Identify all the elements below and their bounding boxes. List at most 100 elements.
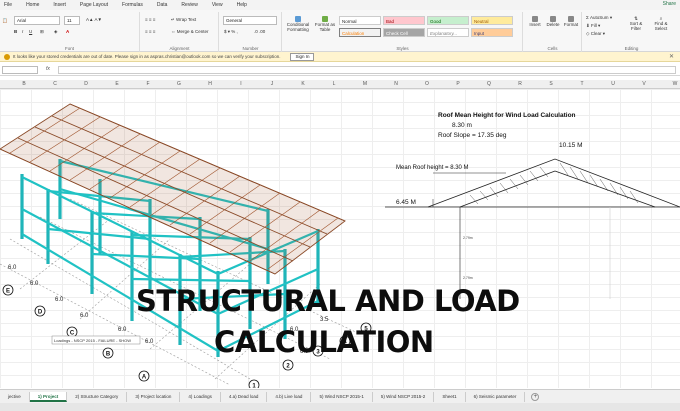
- styles-group: Conditional Formatting Format as Table N…: [283, 12, 523, 52]
- align-left-icon[interactable]: ≡ ≡ ≡: [145, 29, 155, 34]
- sign-in-button[interactable]: Sign In: [290, 52, 315, 61]
- number-format-select[interactable]: General: [223, 16, 277, 25]
- font-group: Arial 11 A▲ A▼ B I U ⊞ ◈ A 📋 Font: [0, 12, 140, 52]
- column-label[interactable]: E: [107, 81, 127, 87]
- tab-insert[interactable]: Insert: [53, 2, 66, 8]
- font-size-select[interactable]: 11: [64, 16, 80, 25]
- roof-slope: Roof Slope = 17.35 deg: [438, 132, 507, 139]
- borders-icon[interactable]: ⊞: [40, 29, 44, 35]
- column-label[interactable]: F: [138, 81, 158, 87]
- style-explanatory[interactable]: Explanatory...: [427, 28, 469, 37]
- italic-icon[interactable]: I: [22, 29, 23, 34]
- column-label[interactable]: Q: [479, 81, 499, 87]
- conditional-formatting-button[interactable]: Conditional Formatting: [285, 16, 311, 32]
- column-label[interactable]: V: [634, 81, 654, 87]
- delete-cells-button[interactable]: Delete: [545, 16, 561, 27]
- tab-home[interactable]: Home: [26, 2, 39, 8]
- find-select-button[interactable]: ⌕ Find & Select: [649, 16, 673, 31]
- format-as-table-button[interactable]: Format as Table: [313, 16, 337, 32]
- align-top-icon[interactable]: ≡ ≡ ≡: [145, 17, 155, 22]
- column-label[interactable]: T: [572, 81, 592, 87]
- style-calculation[interactable]: Calculation: [339, 28, 381, 37]
- wrap-text-button[interactable]: ↵ Wrap Text: [171, 17, 196, 23]
- autosum-button[interactable]: Σ AutoSum ▾: [586, 15, 612, 21]
- underline-icon[interactable]: U: [29, 29, 32, 34]
- tab-page-layout[interactable]: Page Layout: [80, 2, 108, 8]
- message-bar: It looks like your stored credentials ar…: [0, 52, 680, 62]
- insert-cells-label: Insert: [529, 22, 541, 27]
- sheet-tab[interactable]: 5) Wind NSCP 2015-1: [311, 391, 373, 402]
- truss-elevation: 2.79m 2.79m: [385, 158, 680, 299]
- formula-input[interactable]: [58, 66, 676, 74]
- column-label[interactable]: B: [14, 81, 34, 87]
- decimal-icon[interactable]: .0 .00: [254, 29, 265, 34]
- dimension-label: 6.0: [55, 297, 64, 303]
- column-label[interactable]: W: [665, 81, 680, 87]
- sheet-tab[interactable]: 5) Wind NSCP 2015-2: [373, 391, 435, 402]
- fill-color-icon[interactable]: ◈: [54, 29, 57, 35]
- column-label[interactable]: K: [293, 81, 313, 87]
- wrap-text-label: Wrap Text: [176, 17, 197, 22]
- column-header: B C D E F G H I J K L M N O P Q R S T U …: [0, 80, 680, 89]
- column-label[interactable]: P: [448, 81, 468, 87]
- close-icon[interactable]: ✕: [669, 53, 674, 60]
- style-normal[interactable]: Normal: [339, 16, 381, 25]
- axis-letter: C: [70, 331, 75, 337]
- column-label[interactable]: C: [45, 81, 65, 87]
- tab-review[interactable]: Review: [181, 2, 197, 8]
- sheet-tab[interactable]: 4) Loadings: [180, 391, 221, 402]
- merge-center-button[interactable]: ⇔ Merge & Center: [171, 29, 209, 34]
- sheet-tab[interactable]: 2) Structure Category: [67, 391, 128, 402]
- accounting-icon[interactable]: $ ▾ % ,: [224, 29, 238, 35]
- column-label[interactable]: M: [355, 81, 375, 87]
- grow-font-icon[interactable]: A▲ A▼: [86, 17, 102, 22]
- column-label[interactable]: H: [200, 81, 220, 87]
- sheet-tab[interactable]: 3) Project location: [127, 391, 181, 402]
- style-bad[interactable]: Bad: [383, 16, 425, 25]
- fx-icon[interactable]: fx: [46, 66, 50, 72]
- sheet-tab[interactable]: 6) Seismic parameter: [466, 391, 526, 402]
- tab-view[interactable]: View: [212, 2, 223, 8]
- column-label[interactable]: D: [76, 81, 96, 87]
- style-input[interactable]: Input: [471, 28, 513, 37]
- sheet-tab[interactable]: jective: [0, 391, 30, 402]
- column-label[interactable]: L: [324, 81, 344, 87]
- sort-filter-button[interactable]: ⇅ Sort & Filter: [625, 16, 647, 31]
- column-label[interactable]: I: [231, 81, 251, 87]
- sheet-tab[interactable]: Sheet1: [434, 391, 466, 402]
- style-good[interactable]: Good: [427, 16, 469, 25]
- style-check-cell[interactable]: Check Cell: [383, 28, 425, 37]
- cells-group-label: Cells: [547, 46, 558, 51]
- column-label[interactable]: R: [510, 81, 530, 87]
- style-neutral[interactable]: Neutral: [471, 16, 513, 25]
- clear-button[interactable]: ◇ Clear ▾: [586, 31, 605, 37]
- column-label[interactable]: J: [262, 81, 282, 87]
- add-sheet-icon[interactable]: +: [531, 392, 540, 401]
- axis-letter: B: [106, 352, 111, 358]
- sheet-tab[interactable]: 4.a) Dead load: [221, 391, 268, 402]
- fill-button[interactable]: ⬇ Fill ▾: [586, 23, 600, 29]
- insert-cells-button[interactable]: Insert: [527, 16, 543, 27]
- tab-data[interactable]: Data: [157, 2, 168, 8]
- bold-icon[interactable]: B: [14, 29, 17, 34]
- column-label[interactable]: O: [417, 81, 437, 87]
- font-name-select[interactable]: Arial: [14, 16, 60, 25]
- column-label[interactable]: S: [541, 81, 561, 87]
- number-group: General $ ▾ % , .0 .00 Number: [220, 12, 282, 52]
- find-select-label: Find & Select: [654, 21, 668, 31]
- paste-icon[interactable]: 📋: [2, 18, 8, 24]
- tab-file[interactable]: File: [4, 2, 12, 8]
- name-box[interactable]: [2, 66, 38, 74]
- sheet-tab[interactable]: 4.b) Live load: [267, 391, 312, 402]
- share-button[interactable]: Share: [663, 1, 676, 7]
- font-color-icon[interactable]: A: [66, 29, 69, 34]
- tab-formulas[interactable]: Formulas: [122, 2, 143, 8]
- menu-bar: File Home Insert Page Layout Formulas Da…: [0, 0, 680, 10]
- column-label[interactable]: G: [169, 81, 189, 87]
- column-label[interactable]: N: [386, 81, 406, 87]
- tab-help[interactable]: Help: [237, 2, 247, 8]
- dimension-label: 6.0: [30, 281, 39, 287]
- format-cells-button[interactable]: Format: [563, 16, 579, 27]
- sheet-tab-active[interactable]: 1) Project: [29, 391, 68, 402]
- column-label[interactable]: U: [603, 81, 623, 87]
